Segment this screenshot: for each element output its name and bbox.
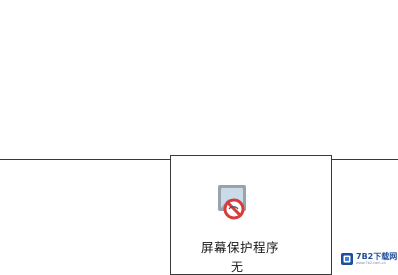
- watermark-text: 7B2下载网: [356, 251, 398, 261]
- watermark-subtext: www.7b2.com.cn: [356, 260, 386, 265]
- site-watermark: 7B2下载网 www.7b2.com.cn: [341, 249, 397, 269]
- personalization-panel: 屏幕保护程序 无 7B2下载网 www.7b2.com.cn: [0, 0, 398, 275]
- screensaver-value: 无: [231, 260, 244, 274]
- screensaver-disabled-icon: [218, 185, 246, 220]
- screensaver-tile[interactable]: 屏幕保护程序 无: [170, 155, 332, 275]
- site-logo-icon: [341, 253, 353, 265]
- screensaver-label: 屏幕保护程序: [201, 240, 280, 255]
